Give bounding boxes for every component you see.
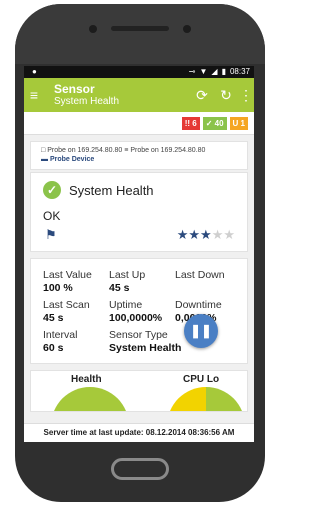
stat-last-up: Last Up 45 s [109,269,146,294]
gauge-health-label: Health [71,374,102,385]
unusual-badge[interactable]: U 1 [229,116,248,130]
star-icon: ★ [188,227,201,242]
flag-icon[interactable]: ⚑ [45,227,57,243]
stat-last-down: Last Down [175,269,225,281]
stat-interval: Interval 60 s [43,329,78,354]
overflow-menu-icon[interactable]: ⋮ [238,87,254,104]
sync-icon[interactable]: ↻ [214,87,238,104]
app-subtitle: System Health [54,95,120,107]
priority-stars[interactable]: ★★★★★ [177,227,235,243]
gauge-strip: Health CPU Lo [30,370,248,412]
server-time-footer: Server time at last update: 08.12.2014 0… [24,423,254,442]
breadcrumb-device-link[interactable]: Probe Device [50,156,94,163]
probe-icon: □ [41,147,46,154]
sensor-status: OK [43,209,61,223]
star-icon: ★ [223,227,235,242]
up-badge[interactable]: ✓ 40 [202,116,227,130]
battery-icon: ▮ [221,67,226,76]
status-time: 08:37 [229,67,250,76]
star-icon: ★ [176,227,189,242]
down-badge[interactable]: !! 6 [181,116,200,130]
app-bar: ≡ Sensor System Health ⟳ ↻ ⋮ [24,78,254,112]
gauge-health[interactable] [51,387,129,411]
breadcrumb-probe-link[interactable]: Probe on 169.254.80.80 [47,147,122,154]
phone-top-bezel [15,4,265,64]
menu-icon[interactable]: ≡ [24,87,44,103]
sensor-dot [183,25,191,33]
status-badges: !! 6 ✓ 40 U 1 [24,112,254,135]
gauge-cpu[interactable] [167,387,245,411]
pause-button[interactable]: ❚❚ [184,314,218,348]
home-button[interactable] [111,458,169,480]
app-screen: ● ⊸ ▼ ◢ ▮ 08:37 ≡ Sensor System Health ⟳… [24,66,254,442]
status-ok-icon: ✓ [43,181,61,199]
star-icon: ★ [211,227,224,242]
group-icon: ≡ [124,147,129,154]
device-icon: ▬ [41,156,48,163]
stat-last-value: Last Value 100 % [43,269,92,294]
stat-uptime: Uptime 100,0000% [109,299,163,324]
key-icon: ⊸ [188,67,196,76]
status-bar: ● ⊸ ▼ ◢ ▮ 08:37 [24,66,254,78]
sensor-summary-card: ✓ System Health OK ⚑ ★★★★★ [30,172,248,252]
wifi-icon: ▼ [199,67,208,76]
android-notification-icon: ● [32,67,37,76]
gauge-cpu-label: CPU Lo [183,374,220,385]
breadcrumb-group-link[interactable]: Probe on 169.254.80.80 [130,147,205,154]
app-title: Sensor [54,81,95,96]
sensor-name: System Health [69,182,154,198]
star-icon: ★ [200,227,212,242]
camera-dot [89,25,97,33]
sensor-stats-card: Last Value 100 % Last Up 45 s Last Down La… [30,258,248,364]
signal-icon: ◢ [211,67,218,76]
refresh-icon[interactable]: ⟳ [190,87,214,104]
stat-sensor-type: Sensor Type System Health [109,329,182,354]
breadcrumb: □ Probe on 169.254.80.80 ≡ Probe on 169.… [30,141,248,170]
speaker-grille [111,26,169,31]
stat-last-scan: Last Scan 45 s [43,299,90,324]
